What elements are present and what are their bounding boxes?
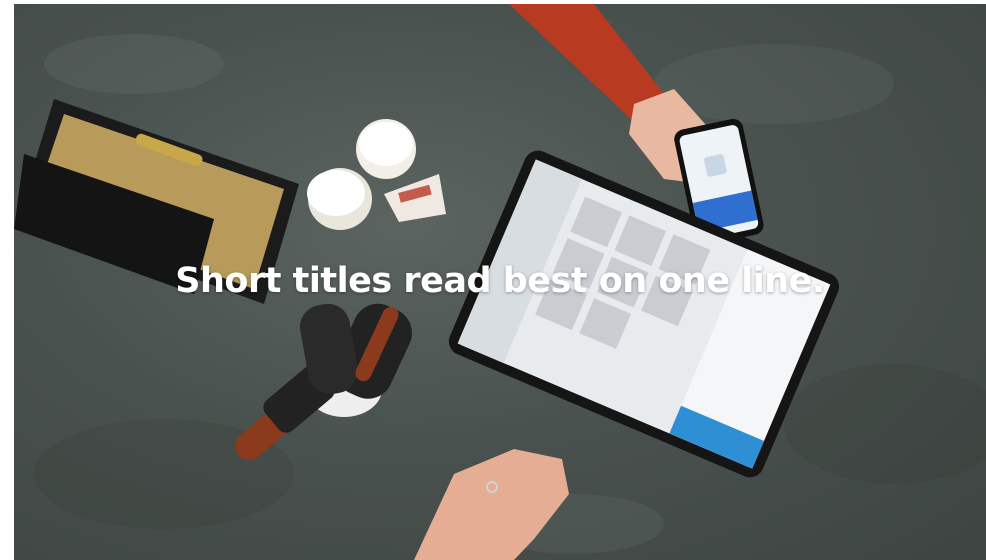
pos-tablet bbox=[448, 150, 840, 478]
hero-banner: Short titles read best on one line. bbox=[14, 4, 986, 560]
hair-brushes bbox=[235, 303, 412, 461]
hero-title: Short titles read best on one line. bbox=[175, 261, 825, 301]
cosmetic-jars bbox=[307, 119, 446, 230]
